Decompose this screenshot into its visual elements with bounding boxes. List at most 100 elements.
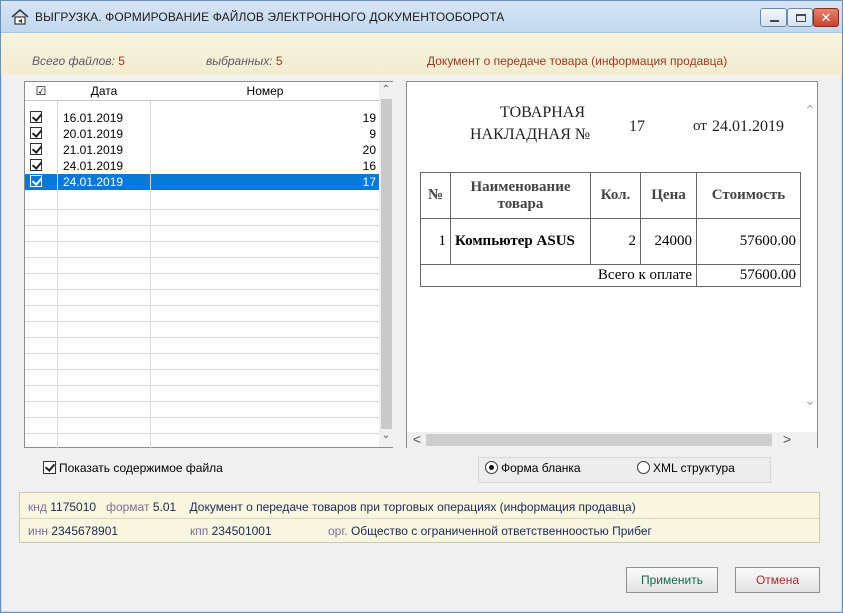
grid-line [25,321,379,322]
grid-line [25,273,379,274]
grid-line [25,241,379,242]
inn-value: 2345678901 [51,524,119,538]
maximize-icon [796,14,806,22]
file-row[interactable]: 20.01.2019 9 [25,126,379,142]
invoice-header-sum: Стоимость [696,172,801,219]
meta-divider [20,518,819,519]
grid-line [25,337,379,338]
close-icon: ✕ [820,10,832,25]
scroll-right-icon[interactable]: > [780,431,794,447]
show-content-checkbox[interactable]: Показать содержимое файла [43,461,223,475]
knd-value: 1175010 [50,500,97,514]
file-row[interactable]: 16.01.2019 19 [25,110,379,126]
export-dialog: ВЫГРУЗКА. ФОРМИРОВАНИЕ ФАЙЛОВ ЭЛЕКТРОННО… [0,0,843,613]
grid-line [25,289,379,290]
row-checkbox[interactable] [30,159,42,171]
invoice-header-qty: Кол. [590,172,641,219]
grid-line [25,369,379,370]
invoice-total-label: Всего к оплате [420,264,697,287]
radio-selected-icon[interactable] [485,461,498,474]
file-list-header: ☑ Дата Номер [25,82,379,101]
preview-hscrollbar[interactable]: < > [407,431,817,448]
total-files-label: Всего файлов: [32,54,115,68]
meta-org: орг. Общество с ограниченной ответственн… [328,524,652,538]
form-radio[interactable]: Форма бланка [485,461,581,475]
document-type-label: Документ о передаче товара (информация п… [427,54,728,68]
grid-line [25,225,379,226]
maximize-button[interactable] [787,8,813,27]
file-row[interactable]: 24.01.2019 16 [25,158,379,174]
invoice-cell-sum: 57600.00 [696,218,801,265]
scrollbar-thumb[interactable] [381,99,392,429]
total-files-value: 5 [118,54,125,68]
row-checkbox[interactable] [30,175,42,187]
row-date: 16.01.2019 [63,111,124,125]
preview-scroll-up-icon[interactable]: ⌃ [803,102,817,119]
column-header-date[interactable]: Дата [58,82,150,101]
row-date: 20.01.2019 [63,127,124,141]
invoice-header-n: № [420,172,451,219]
invoice-cell-name: Компьютер ASUS [450,218,591,265]
invoice-table: № Наименование товара Кол. Цена Стоимост… [420,172,801,287]
total-files: Всего файлов: 5 [32,54,125,68]
row-number: 9 [369,127,376,141]
selected-files: выбранных: 5 [206,54,283,68]
apply-button[interactable]: Применить [626,567,718,593]
inn-label: инн [28,524,48,538]
invoice-total-value: 57600.00 [696,264,801,287]
close-button[interactable]: ✕ [813,8,839,27]
meta-kpp: кпп 234501001 [190,524,272,538]
minimize-icon [770,20,779,22]
row-number: 20 [362,143,376,157]
grid-line [150,101,151,448]
format-label: формат [106,500,150,514]
row-number: 17 [362,175,376,189]
file-row-selected[interactable]: 24.01.2019 17 [25,174,379,190]
xml-radio-label: XML структура [653,461,735,475]
title-bar[interactable]: ВЫГРУЗКА. ФОРМИРОВАНИЕ ФАЙЛОВ ЭЛЕКТРОННО… [1,1,842,33]
checkbox-checked-icon[interactable] [43,461,56,474]
document-meta-box: кнд 1175010 формат 5.01 Документ о перед… [19,492,820,543]
file-list[interactable]: ☑ Дата Номер 16.01.2019 19 20.01.2019 9 … [24,81,393,448]
cancel-button[interactable]: Отмена [735,567,820,593]
invoice-header-name: Наименование товара [450,172,591,219]
scrollbar-thumb[interactable] [426,434,772,446]
format-value: 5.01 [152,500,177,514]
preview-doc-number: 17 [629,118,645,135]
preview-scroll-down-icon[interactable]: ⌄ [803,392,817,409]
preview-doc-date: 24.01.2019 [712,118,784,135]
radio-unselected-icon[interactable] [637,461,650,474]
scroll-up-icon[interactable]: ⌃ [379,84,393,95]
row-number: 16 [362,159,376,173]
row-number: 19 [362,111,376,125]
grid-line [25,305,379,306]
row-date: 24.01.2019 [63,175,124,189]
invoice-header-price: Цена [640,172,697,219]
minimize-button[interactable] [760,8,787,27]
scroll-down-icon[interactable]: ⌄ [379,430,393,441]
grid-line [57,101,58,448]
column-header-check[interactable]: ☑ [25,82,57,101]
kpp-label: кпп [190,524,209,538]
knd-label: кнд [28,500,47,514]
grid-line [25,385,379,386]
xml-radio[interactable]: XML структура [637,461,735,475]
meta-line-1: кнд 1175010 формат 5.01 Документ о перед… [28,500,636,514]
meta-line-2: инн 2345678901 [28,524,118,538]
row-checkbox[interactable] [30,127,42,139]
grid-line [25,401,379,402]
invoice-cell-price: 24000 [640,218,697,265]
file-row[interactable]: 21.01.2019 20 [25,142,379,158]
document-preview[interactable]: ТОВАРНАЯ НАКЛАДНАЯ № 17 от 24.01.2019 № … [406,81,818,448]
preview-heading-line1: ТОВАРНАЯ [500,104,586,121]
export-house-icon [11,9,29,25]
row-checkbox[interactable] [30,143,42,155]
file-list-scrollbar[interactable]: ⌃ ⌄ [379,82,393,447]
column-header-number[interactable]: Номер [151,82,379,101]
preview-heading-line2: НАКЛАДНАЯ № [470,126,591,143]
row-checkbox[interactable] [30,111,42,123]
scroll-left-icon[interactable]: < [410,431,424,447]
selected-files-value: 5 [275,54,283,68]
grid-line [25,433,379,434]
kpp-value: 234501001 [211,524,272,538]
